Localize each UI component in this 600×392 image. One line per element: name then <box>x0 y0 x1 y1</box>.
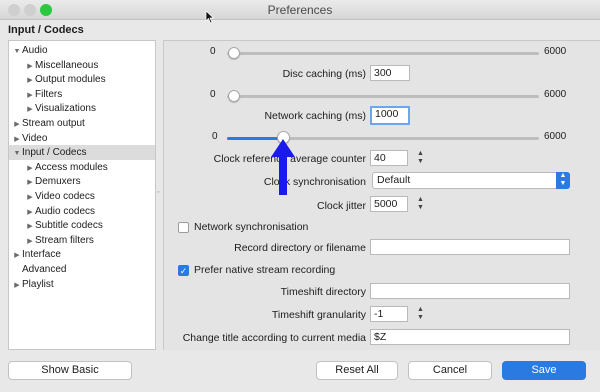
tree-item[interactable]: ▶ Video <box>9 131 155 146</box>
timeshift-dir-label: Timeshift directory <box>280 286 366 298</box>
category-tree[interactable]: ▼ Audio ▶ Miscellaneous ▶ Output modules ▶ Filt… <box>8 40 156 350</box>
tree-item-label: Demuxers <box>35 176 81 188</box>
disclosure-closed-icon[interactable]: ▶ <box>12 278 22 293</box>
tree-item-label: Stream output <box>22 118 85 129</box>
settings-pane: 0 6000 Disc caching (ms) 300 0 6000 Netw… <box>163 40 600 350</box>
section-title: Input / Codecs <box>8 24 84 36</box>
change-title-label: Change title according to current media <box>182 332 366 344</box>
network-slider-max-label: 6000 <box>544 89 567 100</box>
tree-item-label: Visualizations <box>35 103 96 115</box>
tree-item-label: Interface <box>22 249 61 261</box>
title-bar: Preferences <box>0 0 600 20</box>
tree-item[interactable]: ▶ Access modules <box>9 160 155 175</box>
tree-item[interactable]: ▶ Interface <box>9 247 155 262</box>
clock-reference-stepper[interactable]: ▲ ▼ <box>416 150 425 166</box>
record-dir-input[interactable] <box>370 239 570 255</box>
tree-item[interactable]: ▶ Subtitle codecs <box>9 218 155 233</box>
clock-reference-input[interactable]: 40 <box>370 150 408 166</box>
tree-item-label: Playlist <box>22 278 54 290</box>
network-caching-slider[interactable] <box>227 95 539 98</box>
network-caching-label: Network caching (ms) <box>264 110 366 122</box>
clock-sync-select[interactable]: Default ▲ ▼ <box>372 172 570 189</box>
tree-item-label: Output modules <box>35 74 106 86</box>
tree-item[interactable]: Advanced <box>9 262 155 277</box>
clock-jitter-label: Clock jitter <box>316 200 366 212</box>
tree-item-label: Filters <box>35 88 63 100</box>
tree-item-label: Advanced <box>22 264 67 275</box>
tree-item-label: Input / Codecs <box>22 147 87 159</box>
network-sync-label: Network synchronisation <box>194 221 309 233</box>
cancel-button[interactable]: Cancel <box>408 361 492 380</box>
timeshift-gran-input[interactable]: -1 <box>370 306 408 322</box>
tree-item-label: Audio codecs <box>35 205 96 217</box>
prefer-native-checkbox[interactable]: ✓ <box>178 265 189 276</box>
tree-item[interactable]: ▶ Stream filters <box>9 233 155 248</box>
tree-item[interactable]: ▶ Visualizations <box>9 101 155 116</box>
network-caching-slider-knob[interactable] <box>228 90 240 102</box>
tree-item-label: Stream filters <box>35 234 94 246</box>
chevron-up-down-icon: ▲ ▼ <box>556 172 570 189</box>
tree-item[interactable]: ▼ Audio <box>9 43 155 58</box>
network-slider-min-label: 0 <box>210 89 216 100</box>
tree-item[interactable]: ▶ Demuxers <box>9 174 155 189</box>
tree-item-label: Access modules <box>35 161 108 173</box>
disc-caching-label: Disc caching (ms) <box>282 68 366 80</box>
network-caching-input[interactable]: 1000 <box>370 106 410 125</box>
splitter-handle[interactable]: ◦ <box>157 189 159 196</box>
disc-caching-slider-knob[interactable] <box>228 47 240 59</box>
clock-slider-max-label: 6000 <box>544 131 567 142</box>
mouse-cursor-icon <box>205 10 215 24</box>
record-dir-label: Record directory or filename <box>234 242 366 254</box>
prefer-native-label: Prefer native stream recording <box>194 264 336 276</box>
tree-item-label: Video <box>22 132 48 144</box>
network-sync-checkbox[interactable] <box>178 222 189 233</box>
window-title: Preferences <box>267 3 333 17</box>
disc-slider-min-label: 0 <box>210 46 216 57</box>
disc-caching-input[interactable]: 300 <box>370 65 410 81</box>
timeshift-gran-stepper[interactable]: ▲ ▼ <box>416 306 425 322</box>
tree-item[interactable]: ▶ Filters <box>9 87 155 102</box>
timeshift-dir-input[interactable] <box>370 283 570 299</box>
tree-item[interactable]: ▶ Miscellaneous <box>9 58 155 73</box>
timeshift-gran-label: Timeshift granularity <box>271 309 366 321</box>
clock-jitter-input[interactable]: 5000 <box>370 196 408 212</box>
clock-sync-value: Default <box>377 174 411 186</box>
tree-item[interactable]: ▼ Input / Codecs <box>9 145 155 161</box>
disc-caching-slider[interactable] <box>227 52 539 55</box>
reset-all-button[interactable]: Reset All <box>316 361 398 380</box>
tree-item-label: Subtitle codecs <box>35 220 103 232</box>
tree-item-label: Miscellaneous <box>35 59 99 71</box>
clock-jitter-stepper[interactable]: ▲ ▼ <box>416 196 425 212</box>
tree-item[interactable]: ▶ Audio codecs <box>9 204 155 219</box>
tree-item-label: Video codecs <box>35 191 95 202</box>
save-button[interactable]: Save <box>502 361 586 380</box>
change-title-input[interactable]: $Z <box>370 329 570 345</box>
annotation-arrow-icon <box>271 139 295 195</box>
tree-item-label: Audio <box>22 45 48 56</box>
show-basic-button[interactable]: Show Basic <box>8 361 132 380</box>
clock-slider-min-label: 0 <box>212 131 218 142</box>
tree-item[interactable]: ▶ Video codecs <box>9 189 155 204</box>
tree-item[interactable]: ▶ Stream output <box>9 116 155 131</box>
tree-item[interactable]: ▶ Output modules <box>9 72 155 87</box>
disc-slider-max-label: 6000 <box>544 46 567 57</box>
tree-item[interactable]: ▶ Playlist <box>9 277 155 292</box>
